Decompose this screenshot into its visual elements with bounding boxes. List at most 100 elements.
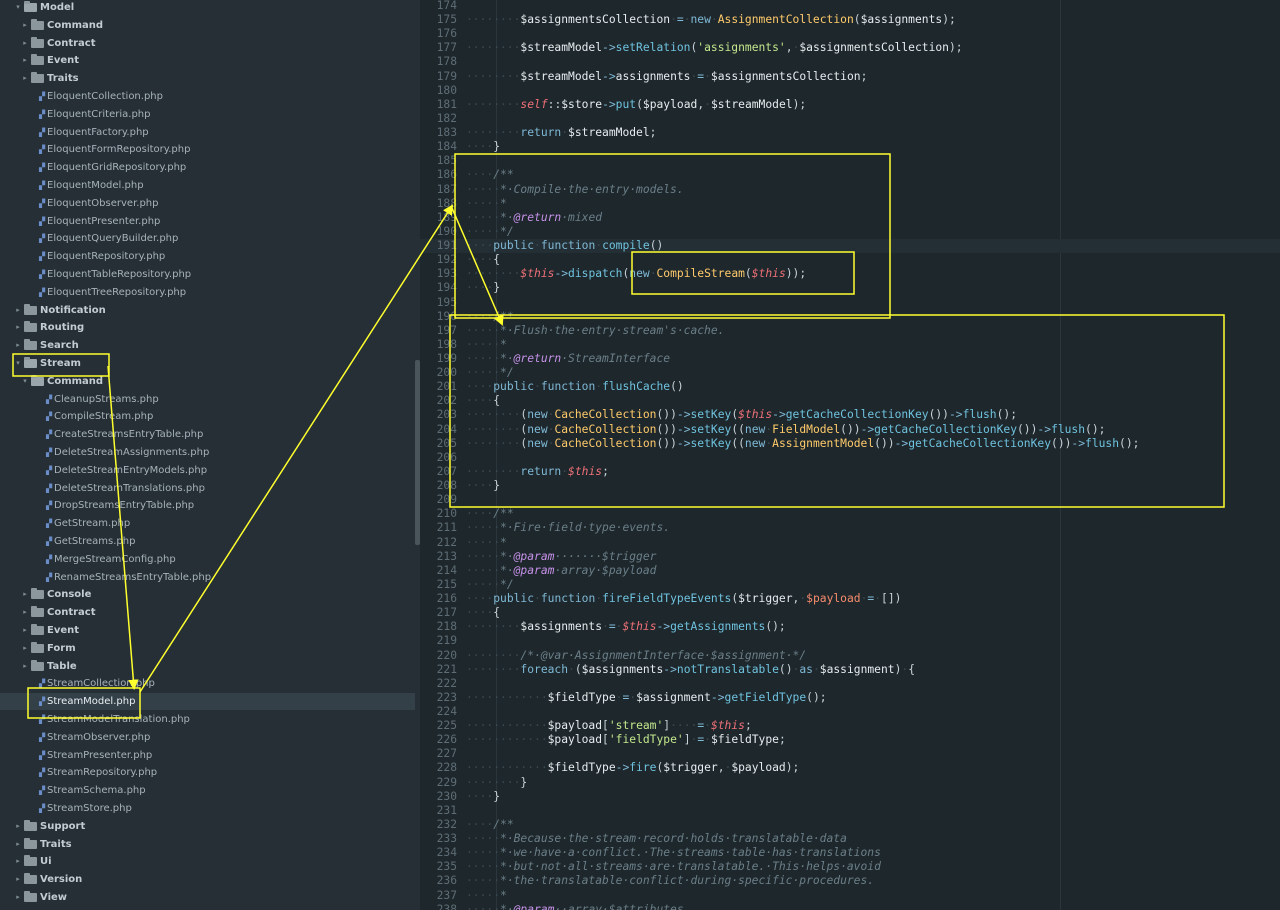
tree-folder[interactable]: ▸ Version — [0, 871, 415, 888]
code-line[interactable]: 232 ····/** — [420, 818, 1280, 832]
chevron-right-icon[interactable]: ▸ — [21, 604, 29, 621]
tree-file[interactable]: ▞ StreamCollection.php — [0, 675, 415, 692]
code-line[interactable]: 202 ····{ — [420, 394, 1280, 408]
code-line[interactable]: 190 ·····*/ — [420, 225, 1280, 239]
tree-folder[interactable]: ▸ Search — [0, 337, 415, 354]
chevron-right-icon[interactable]: ▸ — [21, 70, 29, 87]
code-line[interactable]: 194 ····} — [420, 281, 1280, 295]
code-line[interactable]: 177 ········$streamModel->setRelation('as… — [420, 41, 1280, 55]
code-line[interactable]: 179 ········$streamModel->assignments·=·$… — [420, 70, 1280, 84]
code-line[interactable]: 199 ·····*·@return·StreamInterface — [420, 352, 1280, 366]
chevron-right-icon[interactable]: ▸ — [14, 871, 22, 888]
code-line[interactable]: 211 ·····*·Fire·field·type·events. — [420, 521, 1280, 535]
code-line[interactable]: 203 ········(new·CacheCollection())->setK… — [420, 408, 1280, 422]
tree-file[interactable]: ▞ StreamModel.php — [0, 693, 415, 711]
chevron-right-icon[interactable]: ▸ — [14, 889, 22, 906]
tree-file[interactable]: ▞ StreamRepository.php — [0, 764, 415, 781]
tree-folder[interactable]: ▸ Table — [0, 658, 415, 675]
code-line[interactable]: 198 ·····* — [420, 338, 1280, 352]
code-line[interactable]: 214 ·····*·@param·array·$payload — [420, 564, 1280, 578]
chevron-right-icon[interactable]: ▸ — [21, 35, 29, 52]
tree-folder[interactable]: ▸ Traits — [0, 70, 415, 87]
code-line[interactable]: 224 — [420, 705, 1280, 719]
tree-folder[interactable]: ▸ Contract — [0, 35, 415, 52]
tree-file[interactable]: ▞ DeleteStreamAssignments.php — [0, 444, 415, 461]
code-line[interactable]: 181 ········self::$store->put($payload,·$… — [420, 98, 1280, 112]
code-line[interactable]: 206 — [420, 451, 1280, 465]
tree-file[interactable]: ▞ MergeStreamConfig.php — [0, 551, 415, 568]
code-line[interactable]: 200 ·····*/ — [420, 366, 1280, 380]
tree-file[interactable]: ▞ DeleteStreamTranslations.php — [0, 480, 415, 497]
tree-folder[interactable]: ▾ Stream — [0, 355, 415, 372]
code-line[interactable]: 208 ····} — [420, 479, 1280, 493]
tree-file[interactable]: ▞ EloquentCollection.php — [0, 88, 415, 105]
code-line[interactable]: 215 ·····*/ — [420, 578, 1280, 592]
code-line[interactable]: 191 ····public·function·compile() — [420, 239, 1280, 254]
tree-file[interactable]: ▞ EloquentGridRepository.php — [0, 159, 415, 176]
code-editor[interactable]: 174 175 ········$assignmentsCollection·=·n… — [420, 0, 1280, 910]
code-line[interactable]: 205 ········(new·CacheCollection())->setK… — [420, 437, 1280, 451]
tree-folder[interactable]: ▸ Form — [0, 640, 415, 657]
code-line[interactable]: 175 ········$assignmentsCollection·=·new·… — [420, 13, 1280, 27]
tree-file[interactable]: ▞ StreamPresenter.php — [0, 747, 415, 764]
code-line[interactable]: 207 ········return·$this; — [420, 465, 1280, 479]
code-line[interactable]: 231 — [420, 804, 1280, 818]
tree-file[interactable]: ▞ StreamSchema.php — [0, 782, 415, 799]
chevron-right-icon[interactable]: ▸ — [21, 52, 29, 69]
chevron-right-icon[interactable]: ▸ — [14, 337, 22, 354]
chevron-right-icon[interactable]: ▸ — [21, 640, 29, 657]
chevron-right-icon[interactable]: ▸ — [21, 586, 29, 603]
tree-file[interactable]: ▞ EloquentTableRepository.php — [0, 266, 415, 283]
code-line[interactable]: 174 — [420, 0, 1280, 13]
tree-folder[interactable]: ▸ Console — [0, 586, 415, 603]
code-line[interactable]: 236 ·····*·the·translatable·conflict·duri… — [420, 874, 1280, 888]
chevron-right-icon[interactable]: ▸ — [21, 658, 29, 675]
code-line[interactable]: 192 ····{ — [420, 253, 1280, 267]
tree-file[interactable]: ▞ EloquentModel.php — [0, 177, 415, 194]
code-line[interactable]: 176 — [420, 27, 1280, 41]
tree-file[interactable]: ▞ GetStreams.php — [0, 533, 415, 550]
tree-folder[interactable]: ▸ Notification — [0, 302, 415, 319]
code-line[interactable]: 189 ·····*·@return·mixed — [420, 211, 1280, 225]
code-line[interactable]: 217 ····{ — [420, 606, 1280, 620]
tree-folder[interactable]: ▸ Event — [0, 622, 415, 639]
tree-file[interactable]: ▞ EloquentCriteria.php — [0, 106, 415, 123]
chevron-down-icon[interactable]: ▾ — [14, 355, 22, 372]
tree-file[interactable]: ▞ CreateStreamsEntryTable.php — [0, 426, 415, 443]
code-line[interactable]: 209 — [420, 493, 1280, 507]
tree-file[interactable]: ▞ EloquentRepository.php — [0, 248, 415, 265]
chevron-right-icon[interactable]: ▸ — [21, 17, 29, 34]
tree-folder[interactable]: ▸ View — [0, 889, 415, 906]
tree-folder[interactable]: ▸ Ui — [0, 853, 415, 870]
tree-file[interactable]: ▞ StreamModelTranslation.php — [0, 711, 415, 728]
code-line[interactable]: 185 — [420, 154, 1280, 168]
tree-file[interactable]: ▞ RenameStreamsEntryTable.php — [0, 569, 415, 586]
code-line[interactable]: 238 ·····*·@param··array·$attributes — [420, 903, 1280, 910]
code-line[interactable]: 195 — [420, 296, 1280, 310]
code-line[interactable]: 235 ·····*·but·not·all·streams·are·transl… — [420, 860, 1280, 874]
tree-folder[interactable]: ▸ Contract — [0, 604, 415, 621]
code-line[interactable]: 197 ·····*·Flush·the·entry·stream's·cache… — [420, 324, 1280, 338]
tree-folder[interactable]: ▸ Command — [0, 17, 415, 34]
tree-file[interactable]: ▞ DeleteStreamEntryModels.php — [0, 462, 415, 479]
tree-folder[interactable]: ▾ Command — [0, 373, 415, 390]
tree-folder[interactable]: ▸ Traits — [0, 836, 415, 853]
code-line[interactable]: 227 — [420, 747, 1280, 761]
tree-folder[interactable]: ▸ Support — [0, 818, 415, 835]
code-line[interactable]: 210 ····/** — [420, 507, 1280, 521]
chevron-right-icon[interactable]: ▸ — [14, 818, 22, 835]
tree-file[interactable]: ▞ EloquentFormRepository.php — [0, 141, 415, 158]
code-line[interactable]: 180 — [420, 84, 1280, 98]
code-line[interactable]: 228 ············$fieldType->fire($trigger… — [420, 761, 1280, 775]
code-line[interactable]: 186 ····/** — [420, 168, 1280, 182]
chevron-right-icon[interactable]: ▸ — [21, 622, 29, 639]
code-line[interactable]: 201 ····public·function·flushCache() — [420, 380, 1280, 394]
tree-file[interactable]: ▞ EloquentPresenter.php — [0, 213, 415, 230]
code-line[interactable]: 230 ····} — [420, 790, 1280, 804]
code-line[interactable]: 193 ········$this->dispatch(new·CompileSt… — [420, 267, 1280, 281]
code-line[interactable]: 196 ····/** — [420, 310, 1280, 324]
tree-file[interactable]: ▞ GetStream.php — [0, 515, 415, 532]
chevron-down-icon[interactable]: ▾ — [14, 0, 22, 16]
tree-folder[interactable]: ▸ Event — [0, 52, 415, 69]
code-line[interactable]: 178 — [420, 55, 1280, 69]
